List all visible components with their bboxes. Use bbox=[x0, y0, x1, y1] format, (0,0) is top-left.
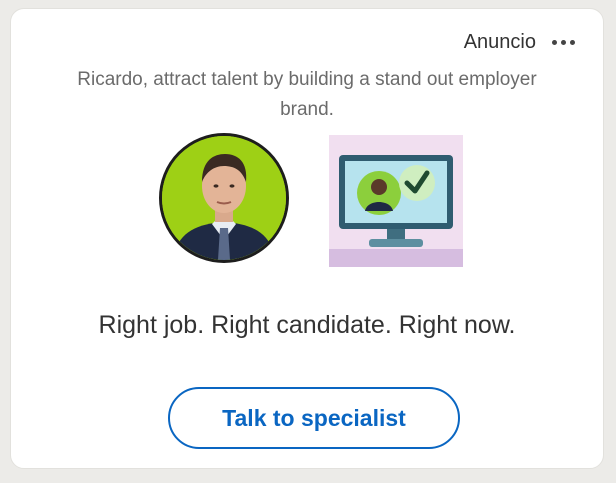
ad-images bbox=[11, 131, 603, 267]
employer-branding-illustration bbox=[329, 135, 463, 267]
more-options-icon[interactable] bbox=[550, 36, 577, 49]
ad-headline: Right job. Right candidate. Right now. bbox=[98, 311, 516, 339]
talk-to-specialist-button[interactable]: Talk to specialist bbox=[168, 387, 460, 449]
ad-card: Anuncio Ricardo, attract talent by build… bbox=[10, 8, 604, 469]
monitor-illustration-icon bbox=[329, 135, 463, 267]
avatar bbox=[159, 133, 289, 263]
person-portrait-icon bbox=[162, 136, 286, 260]
ad-header: Anuncio bbox=[464, 31, 577, 54]
ad-label: Anuncio bbox=[463, 31, 536, 53]
ad-tagline: Ricardo, attract talent by building a st… bbox=[77, 69, 537, 120]
